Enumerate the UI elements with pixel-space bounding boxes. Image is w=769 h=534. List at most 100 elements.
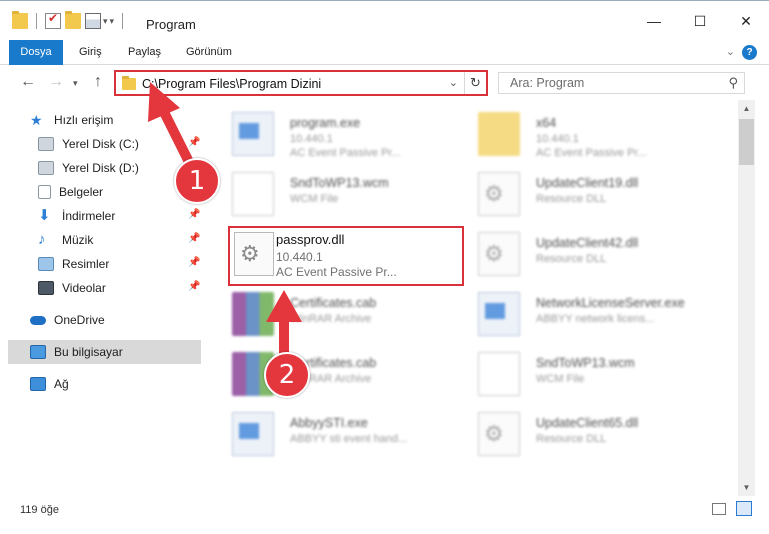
item-count: 119 öğe <box>20 504 59 516</box>
pin-icon[interactable]: 📌 <box>188 209 200 220</box>
sidebar-item-pictures[interactable]: Resimler 📌 <box>38 252 200 276</box>
scroll-up-icon[interactable]: ▲ <box>738 100 755 117</box>
ribbon-tabs: Dosya Giriş Paylaş Görünüm ⌄ ? <box>0 40 769 65</box>
sidebar-item-label: Ağ <box>54 377 69 391</box>
folder-icon <box>122 76 136 90</box>
file-item[interactable]: UpdateClient65.dll Resource DLL <box>456 404 716 460</box>
scroll-down-icon[interactable]: ▼ <box>738 479 755 496</box>
exe-icon <box>478 292 520 336</box>
file-item[interactable]: SndToWP13.wcm WCM File <box>456 344 716 400</box>
search-input[interactable]: Ara: Program ⚲ <box>498 72 745 94</box>
file-item[interactable]: Certificates.cab WinRAR Archive <box>210 344 470 400</box>
search-placeholder: Ara: Program <box>510 76 585 90</box>
toolbar-divider <box>122 13 124 29</box>
sidebar-item-network[interactable]: Ağ <box>30 372 200 396</box>
file-name: UpdateClient19.dll <box>536 176 639 190</box>
file-type: Resource DLL <box>536 433 607 445</box>
sidebar-item-this-pc[interactable]: Bu bilgisayar <box>8 340 201 364</box>
file-item[interactable]: Certificates.cab WinRAR Archive <box>210 284 470 340</box>
dll-icon <box>478 232 520 276</box>
file-item[interactable]: x64 10.440.1 AC Event Passive Pr... <box>456 104 716 160</box>
tab-view[interactable]: Görünüm <box>186 40 232 65</box>
document-icon <box>478 352 520 396</box>
file-type: Resource DLL <box>536 193 607 205</box>
tab-file[interactable]: Dosya <box>9 40 63 65</box>
window-title: Program <box>146 17 196 32</box>
download-icon: ⬇ <box>38 207 51 224</box>
sidebar-item-label: Belgeler <box>59 185 104 199</box>
exe-icon <box>232 412 274 456</box>
recent-locations-icon[interactable]: ▾ <box>73 78 78 89</box>
file-name: UpdateClient42.dll <box>536 236 639 250</box>
star-icon: ★ <box>30 112 43 128</box>
pin-icon[interactable]: 📌 <box>188 281 200 292</box>
sidebar-item-disk-c[interactable]: Yerel Disk (C:) 📌 <box>38 132 200 156</box>
dll-icon <box>478 412 520 456</box>
scrollbar-thumb[interactable] <box>739 119 754 165</box>
file-type: Resource DLL <box>536 253 607 265</box>
refresh-icon[interactable]: ↻ <box>464 72 486 94</box>
file-description: AC Event Passive Pr... <box>536 147 647 159</box>
properties-check-icon[interactable] <box>45 11 61 29</box>
file-version: 10.440.1 <box>290 133 333 145</box>
expand-ribbon-icon[interactable]: ⌄ <box>726 45 735 58</box>
file-description: AC Event Passive Pr... <box>276 265 397 279</box>
forward-button[interactable]: → <box>48 73 64 91</box>
file-item[interactable]: AbbyySTI.exe ABBYY sti event hand... <box>210 404 470 460</box>
file-item[interactable]: NetworkLicenseServer.exe ABBYY network l… <box>456 284 738 340</box>
new-folder-icon[interactable] <box>65 11 81 29</box>
videos-icon <box>38 281 54 295</box>
file-item[interactable]: SndToWP13.wcm WCM File <box>210 164 470 220</box>
sidebar-item-label: Resimler <box>62 257 110 271</box>
pin-icon[interactable]: 📌 <box>188 137 200 148</box>
title-bar: ▾ ▾ Program — ☐ ✕ <box>0 0 769 40</box>
customize-toolbar-icon[interactable]: ▾ <box>110 16 115 27</box>
sidebar-item-videos[interactable]: Videolar 📌 <box>38 276 200 300</box>
folder-icon <box>12 11 28 29</box>
search-icon[interactable]: ⚲ <box>728 75 738 91</box>
address-bar[interactable]: C:\Program Files\Program Dizini ⌄ ↻ <box>114 70 488 96</box>
view-options-icon[interactable] <box>85 13 101 29</box>
file-name: passprov.dll <box>276 232 345 247</box>
sidebar-item-label: Videolar <box>62 281 106 295</box>
archive-icon <box>232 292 274 336</box>
up-button[interactable]: ↑ <box>94 73 102 91</box>
file-type: WCM File <box>290 193 339 205</box>
file-name: NetworkLicenseServer.exe <box>536 296 685 310</box>
address-path[interactable]: C:\Program Files\Program Dizini <box>142 77 321 91</box>
sidebar-item-label: Müzik <box>62 233 94 247</box>
tab-home[interactable]: Giriş <box>79 40 102 65</box>
sidebar-item-quick-access[interactable]: ★ Hızlı erişim <box>30 108 230 132</box>
exe-icon <box>232 112 274 156</box>
file-item[interactable]: program.exe 10.440.1 AC Event Passive Pr… <box>210 104 470 160</box>
chevron-down-icon[interactable]: ⌄ <box>449 76 458 89</box>
drive-icon <box>38 137 54 151</box>
back-button[interactable]: ← <box>20 73 36 91</box>
vertical-scrollbar[interactable]: ▲ ▼ <box>738 100 755 496</box>
chevron-down-icon[interactable]: ▾ <box>103 16 108 27</box>
close-button[interactable]: ✕ <box>723 1 769 41</box>
file-type: ABBYY network licens... <box>536 313 655 325</box>
sidebar-item-downloads[interactable]: ⬇ İndirmeler 📌 <box>38 204 200 228</box>
file-item[interactable]: UpdateClient42.dll Resource DLL <box>456 224 716 280</box>
file-item-passprov-highlighted[interactable]: passprov.dll 10.440.1 AC Event Passive P… <box>228 226 464 286</box>
pin-icon[interactable]: 📌 <box>188 257 200 268</box>
step-1-badge: 1 <box>174 158 220 204</box>
pin-icon[interactable]: 📌 <box>188 233 200 244</box>
music-icon: ♪ <box>38 231 46 248</box>
file-item[interactable]: UpdateClient19.dll Resource DLL <box>456 164 716 220</box>
quick-access-toolbar: ▾ ▾ <box>12 11 127 29</box>
large-icons-view-icon[interactable] <box>736 501 752 516</box>
help-icon[interactable]: ? <box>742 45 757 60</box>
maximize-button[interactable]: ☐ <box>677 1 723 41</box>
sidebar-item-label: Yerel Disk (D:) <box>62 161 139 175</box>
minimize-button[interactable]: — <box>631 1 677 41</box>
toolbar-divider <box>36 13 37 29</box>
sidebar-item-onedrive[interactable]: OneDrive <box>30 308 200 332</box>
network-icon <box>30 377 46 391</box>
step-2-badge: 2 <box>264 352 310 398</box>
sidebar-item-music[interactable]: ♪ Müzik 📌 <box>38 228 200 252</box>
details-view-icon[interactable] <box>712 503 726 515</box>
tab-share[interactable]: Paylaş <box>128 40 161 65</box>
file-list: program.exe 10.440.1 AC Event Passive Pr… <box>206 100 738 496</box>
